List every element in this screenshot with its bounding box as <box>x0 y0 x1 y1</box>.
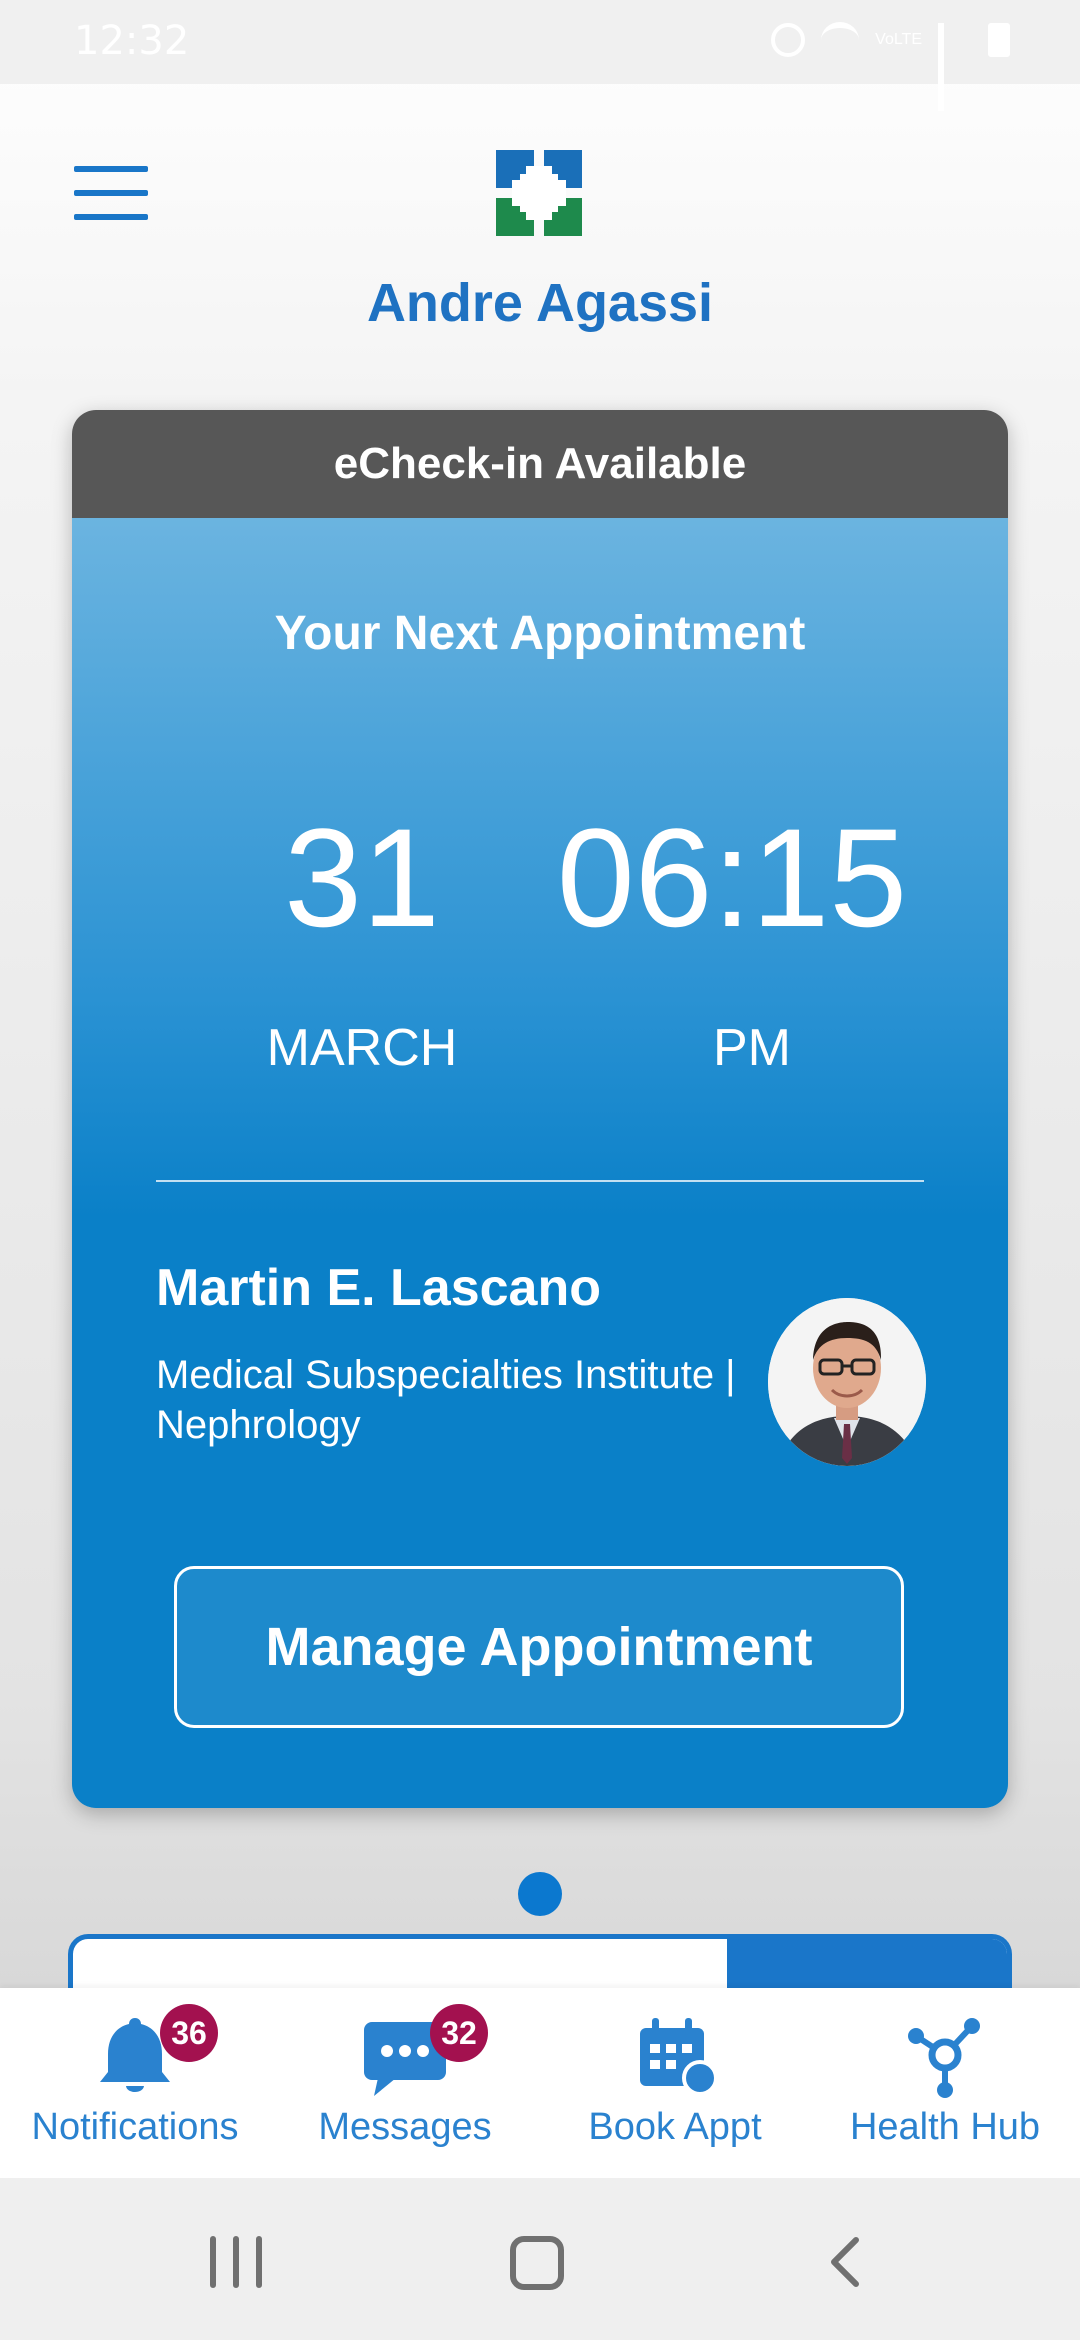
page-indicator-dot[interactable] <box>518 1872 562 1916</box>
calendar-icon <box>640 2018 718 2096</box>
menu-icon[interactable] <box>74 166 148 222</box>
tab-health-hub[interactable]: Health Hub <box>810 1988 1080 2178</box>
echeck-in-status[interactable]: eCheck-in Available <box>72 410 1008 518</box>
alarm-icon <box>771 23 806 57</box>
battery-icon <box>988 23 1010 57</box>
system-nav-bar <box>0 2178 1080 2340</box>
tab-book-appt-label: Book Appt <box>588 2106 762 2148</box>
volte-label: VoLTE <box>875 31 922 48</box>
home-icon[interactable] <box>510 2236 564 2290</box>
tab-health-hub-label: Health Hub <box>849 2106 1041 2148</box>
status-time: 12:32 <box>74 18 190 64</box>
tab-messages[interactable]: 32 Messages <box>270 1988 540 2178</box>
appointment-ampm: PM <box>713 1019 791 1077</box>
bottom-tab-bar: 36 Notifications 32 Messages Book Appt H… <box>0 1988 1080 2178</box>
appointment-card: eCheck-in Available Your Next Appointmen… <box>72 410 1008 1808</box>
divider <box>156 1180 924 1182</box>
appointment-time: 06:15 <box>556 799 908 956</box>
tab-notifications-label: Notifications <box>31 2106 239 2148</box>
wifi-icon <box>821 22 860 58</box>
appointment-details: Your Next Appointment 31 06:15 MARCH PM … <box>72 518 1008 1808</box>
tab-book-appt[interactable]: Book Appt <box>540 1988 810 2178</box>
tab-messages-label: Messages <box>318 2106 492 2148</box>
signal-icon <box>938 23 972 111</box>
notifications-badge: 36 <box>160 2004 218 2062</box>
back-icon[interactable] <box>818 2234 874 2290</box>
doctor-name: Martin E. Lascano <box>156 1259 601 1317</box>
next-appointment-title: Your Next Appointment <box>274 607 806 660</box>
doctor-avatar <box>768 1298 926 1466</box>
next-card-peek[interactable] <box>68 1934 1012 1994</box>
manage-appointment-button[interactable]: Manage Appointment <box>174 1566 904 1728</box>
messages-badge: 32 <box>430 2004 488 2062</box>
doctor-department: Medical Subspecialties Institute | Nephr… <box>156 1353 736 1447</box>
hub-icon <box>908 2018 980 2098</box>
status-icons: VoLTE <box>771 22 1010 111</box>
status-bar: 12:32 VoLTE <box>0 0 1080 111</box>
tab-notifications[interactable]: 36 Notifications <box>0 1988 270 2178</box>
recents-icon[interactable] <box>210 2236 262 2288</box>
appointment-day: 31 <box>284 799 440 956</box>
clinic-logo <box>496 150 582 236</box>
appointment-month: MARCH <box>266 1019 458 1077</box>
user-name: Andre Agassi <box>366 273 714 333</box>
